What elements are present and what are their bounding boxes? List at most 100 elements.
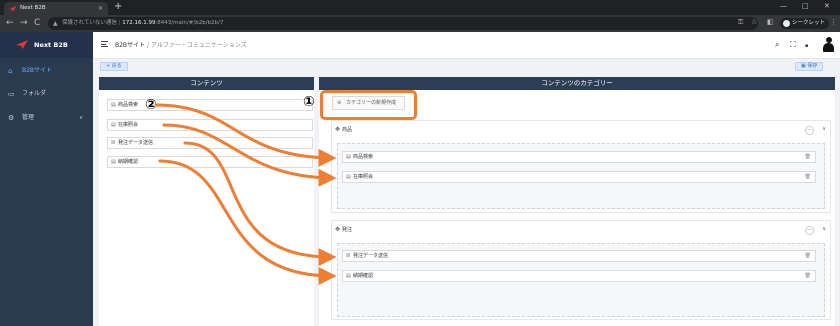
tab-title: Next B2B: [20, 5, 46, 11]
category-header[interactable]: ✥ 商品: [332, 121, 830, 139]
category-item[interactable]: ▤ 在庫照会 🗑: [342, 171, 816, 183]
url-host: 172.16.1.99: [122, 20, 156, 26]
incognito-badge[interactable]: シークレット: [780, 18, 830, 29]
content-item[interactable]: ▤ 在庫照会: [107, 119, 313, 131]
contents-panel: コンテンツ ▤ 商品検索 ▤ 在庫照会 ☒ 発注データ送信 ▤ 納期確認: [99, 77, 314, 326]
document-icon: ▤: [346, 154, 351, 160]
category-dropzone[interactable]: ▤ 商品検索 🗑 ▤ 在庫照会 🗑: [337, 143, 825, 209]
sidebar-item-label: フォルダ: [22, 90, 47, 97]
callout-highlight-box: [320, 90, 417, 120]
category-item-label: 商品検索: [353, 154, 374, 160]
avatar[interactable]: [823, 37, 835, 53]
browser-addressbar: ← → C ▲ 保護されていない通信 | 172.16.1.99:8443/ma…: [0, 15, 840, 32]
sidebar-item-admin[interactable]: ⚙ 管理 ∨: [0, 110, 93, 126]
sidebar-item-b2b-site[interactable]: ⌂ B2Bサイト: [0, 63, 93, 79]
category-dropzone[interactable]: ☒ 発注データ送信 🗑 ▤ 納期確認 🗑: [337, 243, 825, 317]
brand-name: Next B2B: [34, 41, 68, 49]
close-window-icon[interactable]: ✕: [824, 2, 830, 10]
kebab-menu-icon[interactable]: ⋮: [830, 18, 837, 26]
fullscreen-icon[interactable]: ⛶: [790, 40, 796, 50]
category-item-label: 納期確認: [353, 273, 374, 279]
main-area: B2Bサイト / アルファー・コミュニケーションズ ⌕ ⛶ ▪ + 戻る ▣ 保…: [93, 32, 840, 326]
action-bar: + 戻る ▣ 保存: [93, 59, 840, 76]
contents-panel-title: コンテンツ: [99, 77, 314, 90]
menu-toggle-icon[interactable]: [101, 41, 108, 47]
more-options-icon[interactable]: ···: [805, 126, 814, 135]
content-item-label: 在庫照会: [118, 122, 139, 128]
save-label: 保存: [807, 63, 818, 69]
gear-icon: ⚙: [8, 114, 15, 122]
app-logo-icon: [10, 6, 16, 11]
brand[interactable]: Next B2B: [0, 32, 93, 58]
category-name: 発注: [342, 227, 353, 233]
content-item-label: 納期確認: [118, 159, 139, 165]
home-icon: ⌂: [8, 67, 13, 75]
minimize-icon[interactable]: —: [780, 2, 787, 10]
document-icon: ▤: [111, 122, 116, 128]
checkbox-doc-icon: ☒: [111, 140, 116, 146]
move-icon[interactable]: ✥: [335, 221, 340, 239]
tab-close-icon[interactable]: ×: [98, 2, 103, 15]
trash-icon[interactable]: 🗑: [805, 172, 811, 182]
trash-icon[interactable]: 🗑: [805, 271, 811, 281]
breadcrumb-current: アルファー・コミュニケーションズ: [150, 42, 247, 49]
sidebar: Next B2B ⌂ B2Bサイト ▭ フォルダ ⚙ 管理 ∨: [0, 32, 93, 326]
callout-number-2: ②: [145, 97, 157, 113]
trash-icon[interactable]: 🗑: [805, 152, 811, 162]
maximize-icon[interactable]: □: [802, 2, 809, 10]
trash-icon[interactable]: 🗑: [805, 251, 811, 261]
category-card: ✥ 商品 ··· ∨ ▤ 商品検索 🗑 ▤ 在庫照会 🗑: [331, 120, 831, 213]
browser-tab[interactable]: Next B2B ×: [4, 2, 108, 15]
security-label: 保護されていない通信: [62, 20, 117, 26]
category-name: 商品: [342, 127, 353, 133]
paper-plane-logo-icon: [16, 40, 28, 49]
url-bar[interactable]: ▲ 保護されていない通信 | 172.16.1.99:8443/main/#/b…: [48, 17, 758, 30]
key-icon[interactable]: ⚿: [738, 18, 743, 27]
content-item[interactable]: ▤ 商品検索: [107, 99, 313, 111]
reload-icon[interactable]: C: [34, 18, 40, 28]
document-icon: ▤: [346, 174, 351, 180]
new-tab-button[interactable]: +: [114, 1, 122, 12]
save-button[interactable]: ▣ 保存: [795, 62, 824, 71]
folder-icon: ▭: [8, 90, 15, 98]
categories-panel-title: コンテンツのカテゴリー: [319, 77, 835, 90]
category-item[interactable]: ▤ 納期確認 🗑: [342, 270, 816, 282]
content-item-label: 商品検索: [118, 102, 139, 108]
checkbox-doc-icon: ☒: [346, 253, 351, 259]
sidebar-item-label: 管理: [22, 114, 35, 121]
star-icon[interactable]: ☆: [751, 18, 757, 26]
url-path: :8443/main/#/b2b/b2b/7: [155, 20, 224, 26]
more-options-icon[interactable]: ···: [805, 226, 814, 235]
back-icon[interactable]: ←: [6, 18, 14, 28]
content-item[interactable]: ▤ 納期確認: [107, 156, 313, 168]
topbar: B2Bサイト / アルファー・コミュニケーションズ ⌕ ⛶ ▪: [93, 32, 840, 59]
browser-tabbar: Next B2B × + — □ ✕: [0, 0, 840, 15]
category-item[interactable]: ☒ 発注データ送信 🗑: [342, 250, 816, 262]
document-icon: ▤: [111, 102, 116, 108]
warning-icon: ▲: [53, 20, 58, 27]
category-item[interactable]: ▤ 商品検索 🗑: [342, 151, 816, 163]
breadcrumb-root[interactable]: B2Bサイト: [115, 42, 145, 49]
chevron-down-icon[interactable]: ∨: [822, 226, 826, 232]
notification-icon[interactable]: ▪: [805, 43, 808, 49]
category-item-label: 在庫照会: [353, 174, 374, 180]
sidebar-item-folder[interactable]: ▭ フォルダ: [0, 86, 93, 102]
sidebar-item-label: B2Bサイト: [22, 67, 53, 74]
document-icon: ▤: [346, 273, 351, 279]
back-button[interactable]: + 戻る: [100, 62, 128, 71]
breadcrumb-separator: /: [146, 42, 150, 49]
chevron-down-icon[interactable]: ∨: [822, 126, 826, 132]
search-icon[interactable]: ⌕: [775, 40, 779, 50]
forward-icon[interactable]: →: [20, 18, 28, 28]
content-item[interactable]: ☒ 発注データ送信: [107, 137, 313, 149]
chevron-down-icon: ∨: [79, 115, 83, 121]
category-item-label: 発注データ送信: [353, 253, 389, 259]
sidepanel-icon[interactable]: ◧: [767, 18, 774, 26]
breadcrumb: B2Bサイト / アルファー・コミュニケーションズ: [115, 32, 247, 59]
callout-number-1: ①: [303, 94, 315, 110]
move-icon[interactable]: ✥: [335, 121, 340, 139]
document-icon: ▤: [111, 159, 116, 165]
content-item-label: 発注データ送信: [118, 140, 154, 146]
category-header[interactable]: ✥ 発注: [332, 221, 830, 239]
category-card: ✥ 発注 ··· ∨ ☒ 発注データ送信 🗑 ▤ 納期確認 🗑: [331, 220, 831, 320]
